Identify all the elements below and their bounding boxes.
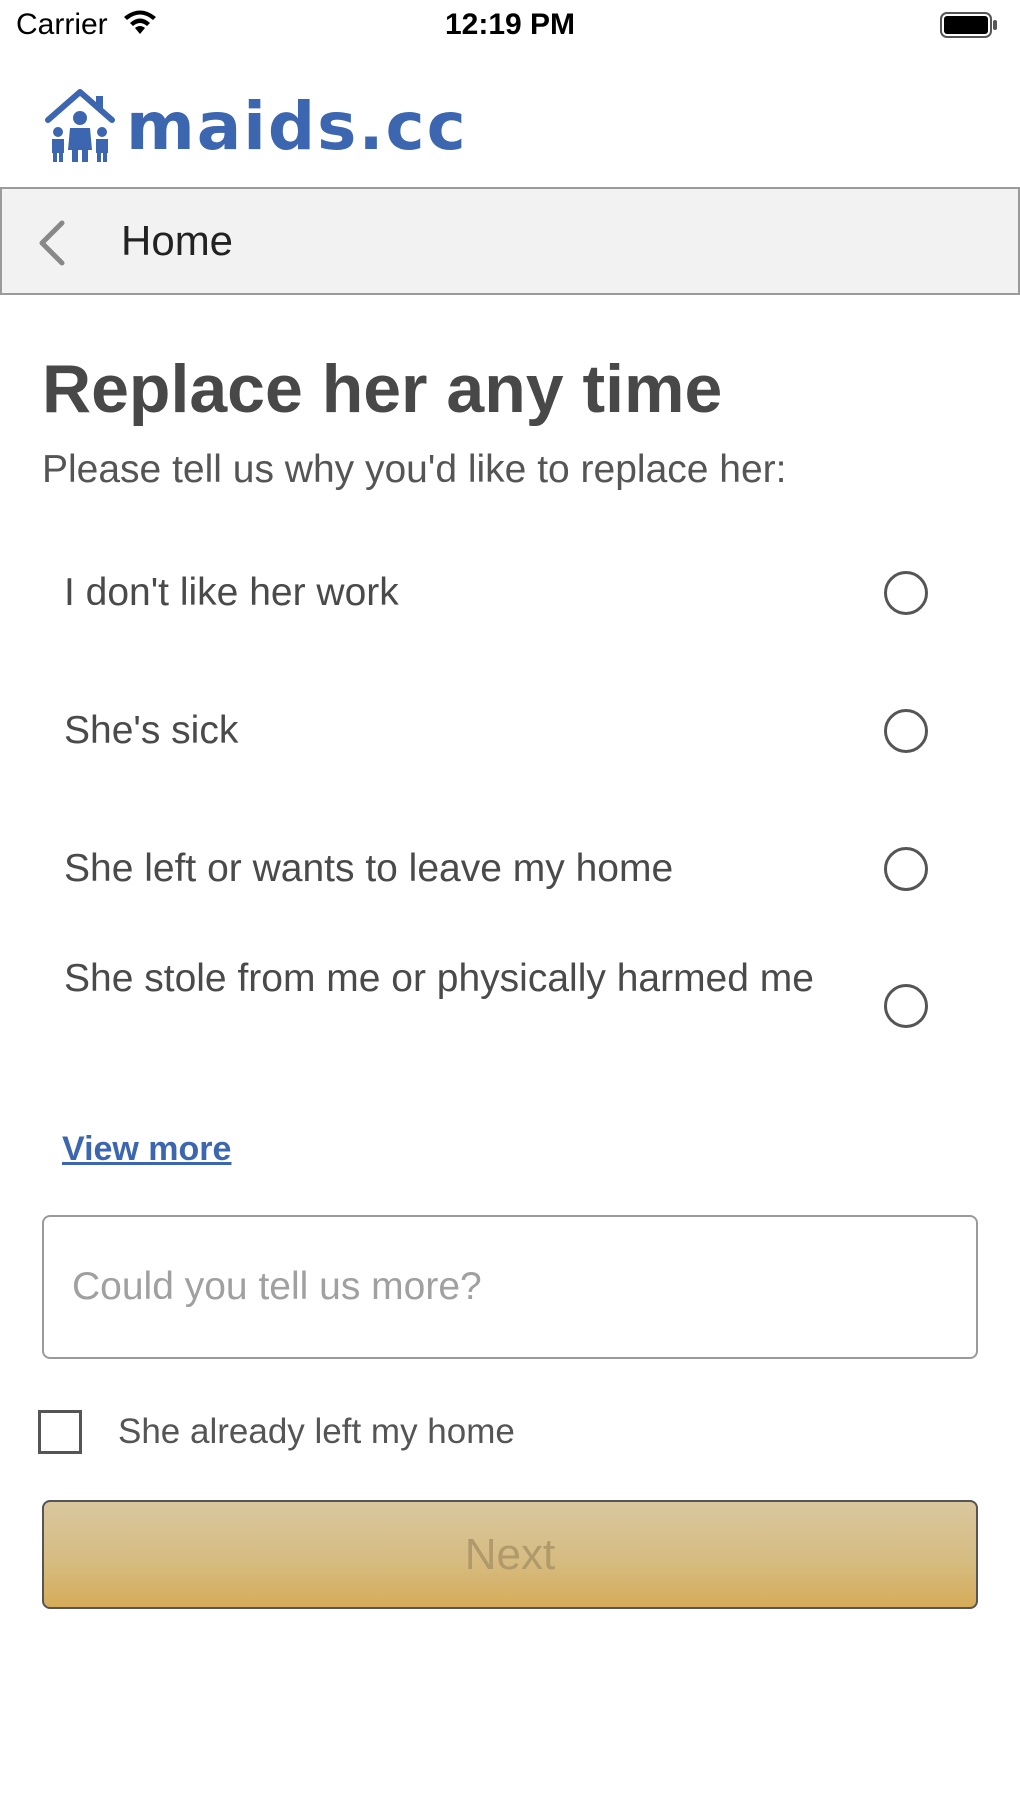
navigation-bar: Home (0, 187, 1020, 295)
reason-option-work[interactable]: I don't like her work (0, 565, 1020, 621)
page-title: Replace her any time (42, 351, 723, 427)
clock-time: 12:19 PM (444, 8, 576, 41)
chevron-left-icon[interactable] (32, 217, 72, 269)
next-button[interactable]: Next (42, 1500, 978, 1609)
brand-logo: maids.cc (44, 78, 468, 164)
already-left-checkbox[interactable] (38, 1410, 82, 1454)
reason-option-sick[interactable]: She's sick (0, 703, 1020, 759)
reason-option-left[interactable]: She left or wants to leave my home (0, 841, 1020, 897)
battery-full-icon (940, 12, 997, 38)
nav-title: Home (121, 217, 234, 264)
reason-option-label: I don't like her work (64, 571, 399, 614)
screen: Carrier 12:19 PM maids.cc Home Replace h… (0, 0, 1020, 1813)
status-bar: Carrier 12:19 PM (0, 0, 1020, 52)
more-details-input[interactable] (42, 1215, 978, 1359)
logo-text: maids.cc (126, 88, 468, 165)
page-subtitle: Please tell us why you'd like to replace… (42, 448, 787, 491)
reason-option-label: She left or wants to leave my home (64, 847, 674, 890)
radio-button[interactable] (884, 571, 928, 615)
radio-button[interactable] (884, 847, 928, 891)
reason-option-label: She's sick (64, 709, 239, 752)
radio-button[interactable] (884, 709, 928, 753)
house-family-icon (45, 89, 115, 162)
reason-option-label: She stole from me or physically harmed m… (64, 957, 814, 1000)
already-left-label[interactable]: She already left my home (118, 1410, 515, 1454)
radio-button[interactable] (884, 984, 928, 1028)
reason-option-stole[interactable]: She stole from me or physically harmed m… (0, 951, 1020, 1063)
view-more-link[interactable]: View more (62, 1130, 231, 1169)
